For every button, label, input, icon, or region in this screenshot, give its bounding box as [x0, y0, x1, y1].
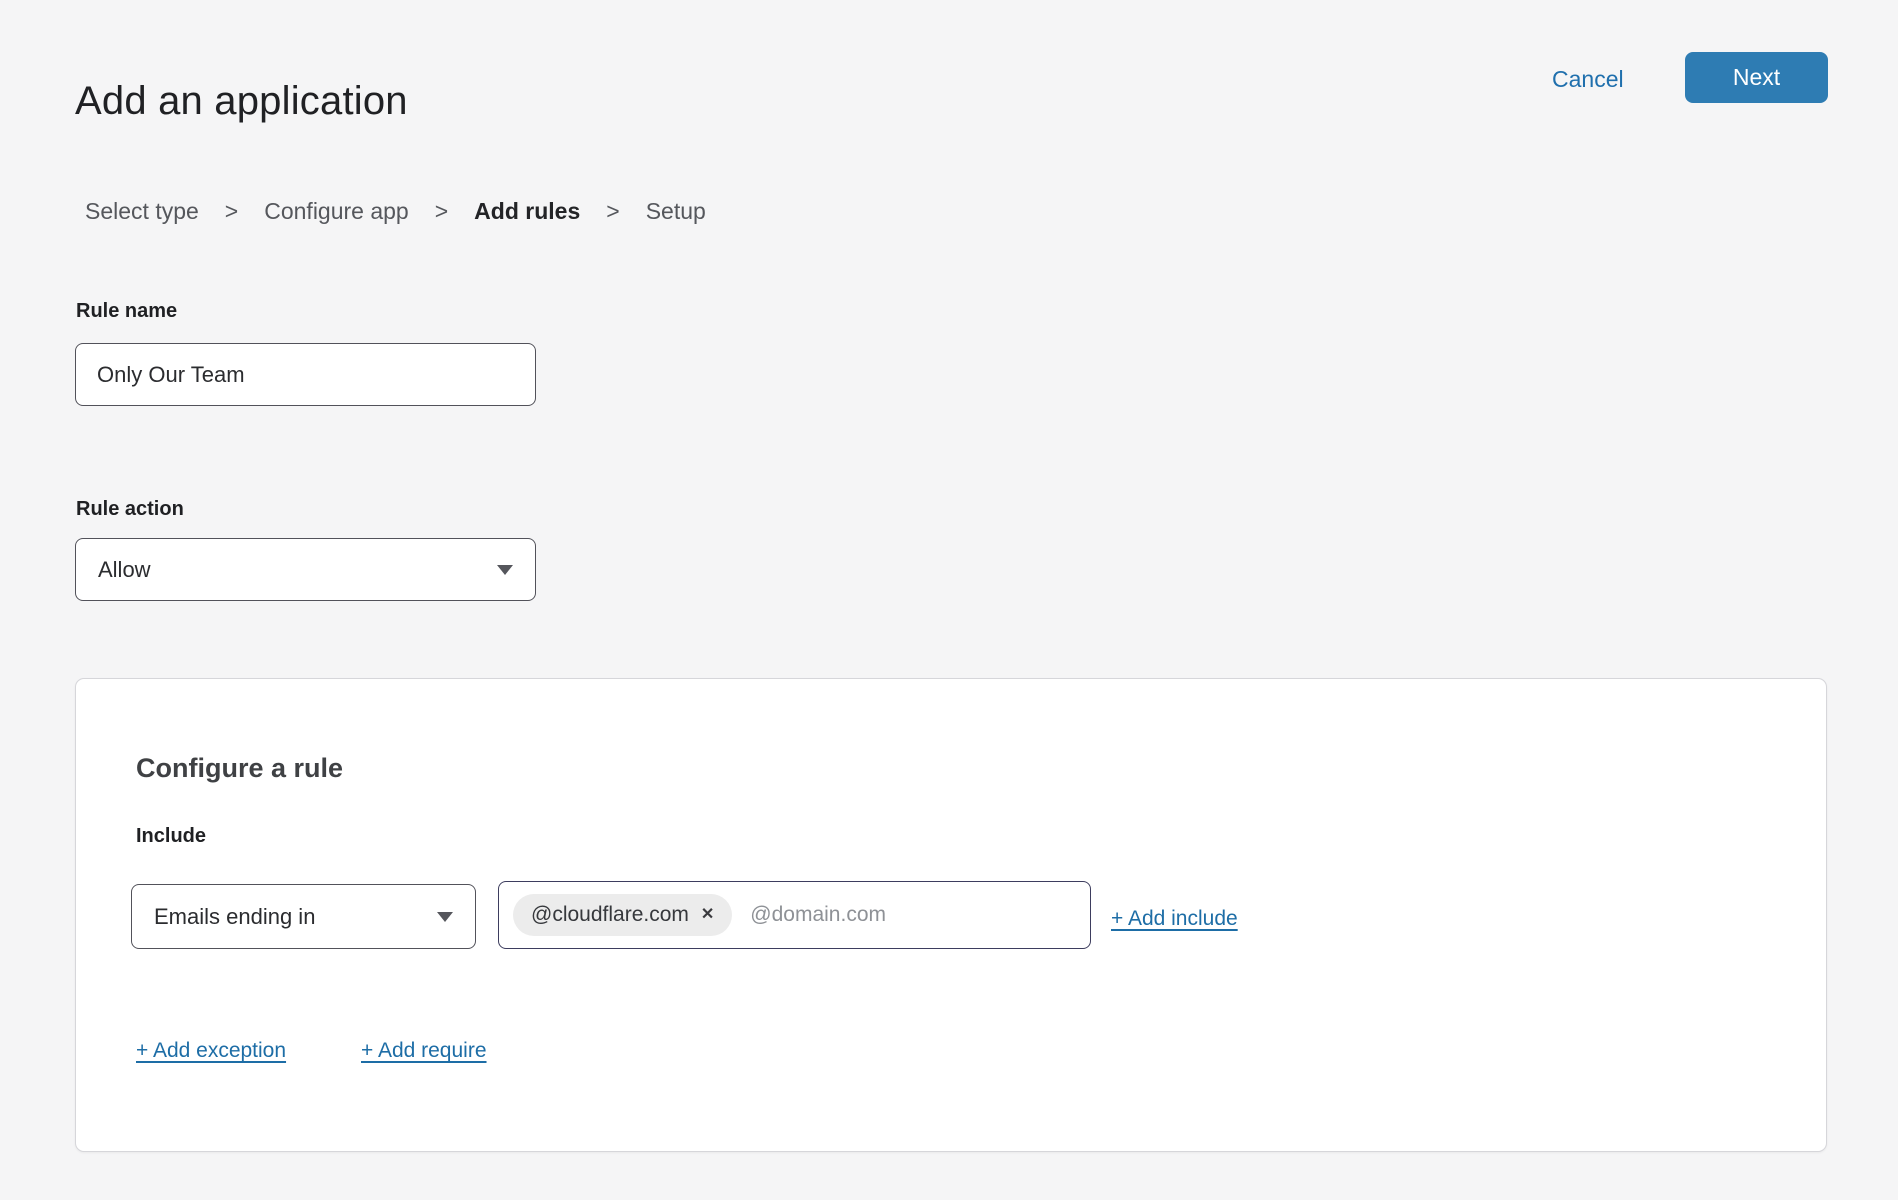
remove-tag-icon[interactable]: ✕: [701, 907, 714, 923]
breadcrumb-step-select-type[interactable]: Select type: [85, 198, 199, 225]
add-include-link[interactable]: + Add include: [1111, 907, 1238, 931]
add-application-page: Add an application Cancel Next Select ty…: [0, 0, 1898, 1200]
breadcrumb: Select type > Configure app > Add rules …: [85, 198, 706, 225]
include-criteria-select[interactable]: Emails ending in: [131, 884, 476, 949]
configure-rule-card: Configure a rule Include Emails ending i…: [75, 678, 1827, 1152]
page-title: Add an application: [75, 79, 408, 124]
chevron-down-icon: [497, 565, 513, 575]
email-domain-tag: @cloudflare.com ✕: [513, 894, 732, 936]
configure-rule-title: Configure a rule: [136, 753, 343, 784]
email-domain-text-input[interactable]: [748, 902, 1076, 928]
breadcrumb-separator: >: [225, 198, 238, 225]
breadcrumb-separator: >: [435, 198, 448, 225]
rule-action-label: Rule action: [76, 498, 184, 521]
add-exception-link[interactable]: + Add exception: [136, 1039, 286, 1063]
add-require-link[interactable]: + Add require: [361, 1039, 487, 1063]
cancel-button[interactable]: Cancel: [1552, 66, 1624, 93]
include-label: Include: [136, 825, 206, 848]
rule-action-select[interactable]: Allow: [75, 538, 536, 601]
email-domain-tag-input[interactable]: @cloudflare.com ✕: [498, 881, 1091, 949]
include-criteria-selected-value: Emails ending in: [154, 904, 315, 930]
chevron-down-icon: [437, 912, 453, 922]
breadcrumb-step-configure-app[interactable]: Configure app: [264, 198, 409, 225]
email-domain-tag-label: @cloudflare.com: [531, 903, 689, 927]
rule-action-selected-value: Allow: [98, 557, 151, 583]
rule-name-label: Rule name: [76, 300, 177, 323]
next-button[interactable]: Next: [1685, 52, 1828, 103]
breadcrumb-step-setup[interactable]: Setup: [646, 198, 706, 225]
rule-name-input[interactable]: [75, 343, 536, 406]
breadcrumb-step-add-rules[interactable]: Add rules: [474, 198, 580, 225]
breadcrumb-separator: >: [606, 198, 619, 225]
